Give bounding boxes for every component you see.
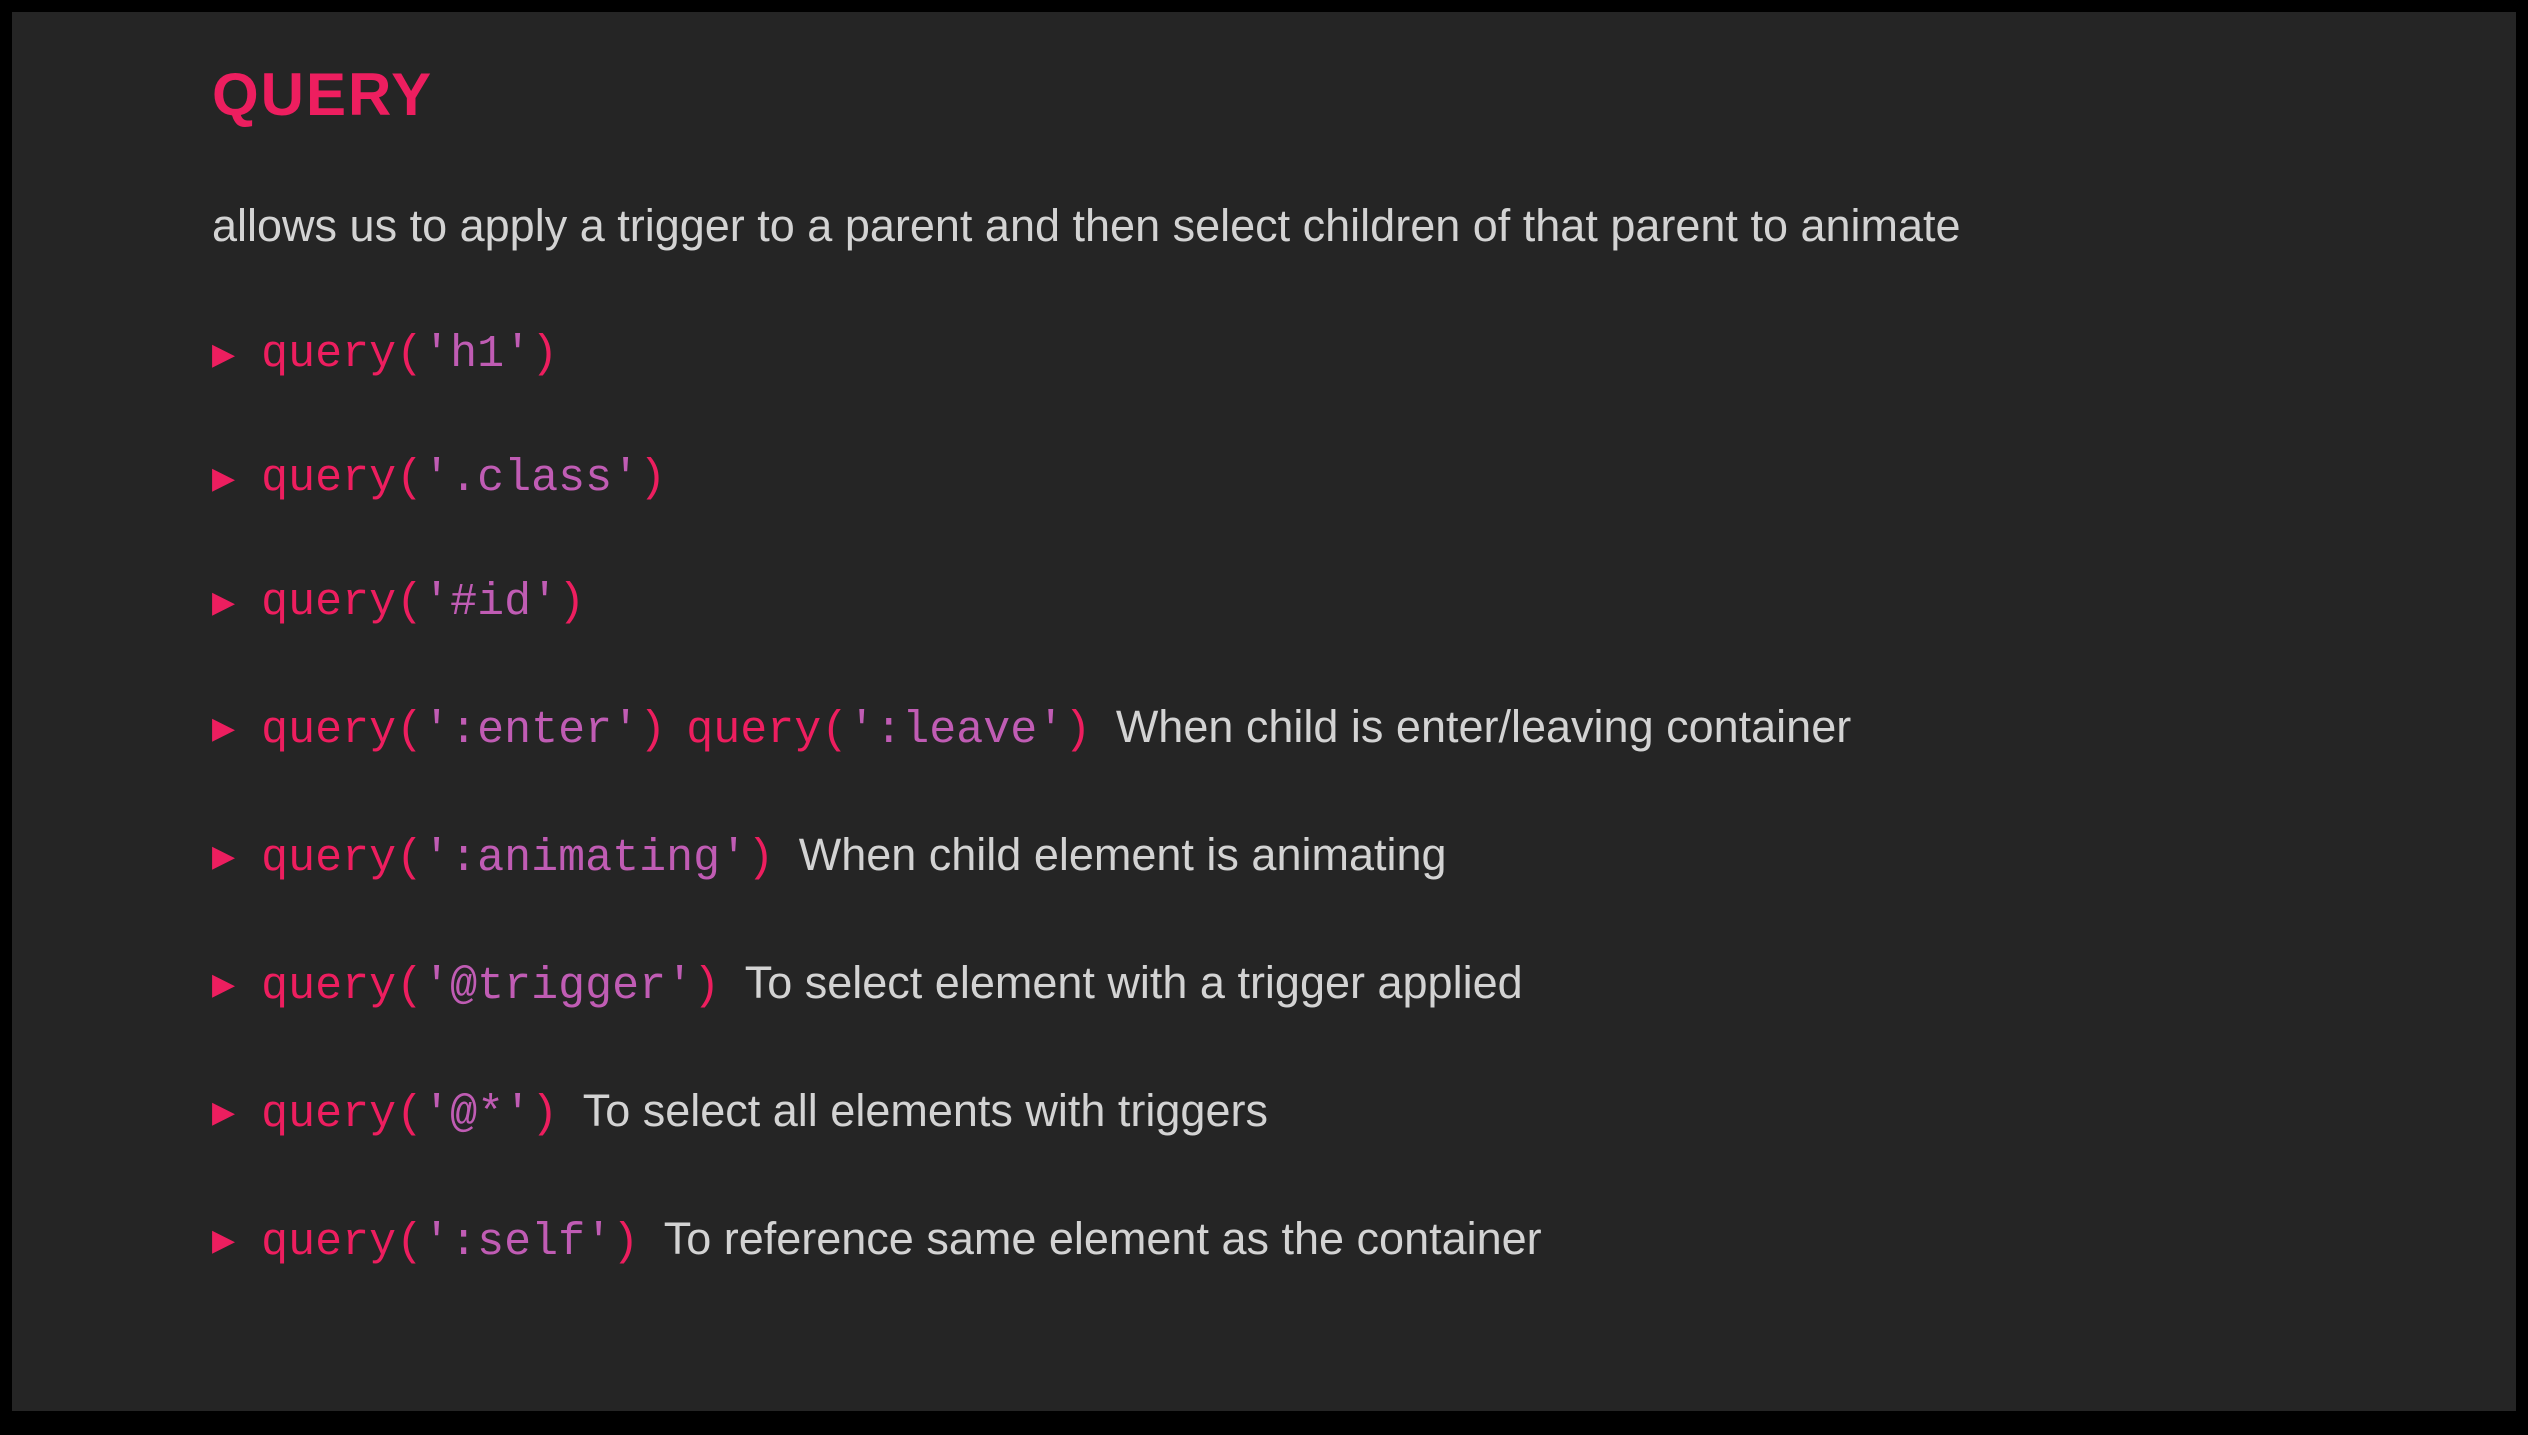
bullet-icon: ▶ [212,967,235,1003]
query-list: ▶ query('h1') ▶ query('.class') ▶ query(… [212,328,2316,1270]
bullet-icon: ▶ [212,839,235,875]
code-and-desc: query('@trigger') To select element with… [261,956,1523,1014]
paren: ( [396,1089,423,1140]
paren: ( [396,833,423,884]
code-string: ':animating' [423,833,747,884]
item-description: To reference same element as the contain… [664,1213,1542,1264]
paren: ) [1064,705,1091,756]
code-fn: query [261,453,396,504]
code-and-desc: query(':animating') When child element i… [261,828,1446,886]
code-string: ':leave' [848,705,1064,756]
code-string: '@trigger' [423,961,693,1012]
code-and-desc: query(':enter')query(':leave') When chil… [261,700,1851,758]
paren: ) [693,961,720,1012]
paren: ) [639,453,666,504]
code-snippet: query('.class') [261,452,666,506]
list-item: ▶ query(':animating') When child element… [212,828,2316,886]
list-item: ▶ query(':self') To reference same eleme… [212,1212,2316,1270]
code-and-desc: query(':self') To reference same element… [261,1212,1542,1270]
code-snippet: query(':self') [261,1217,639,1268]
code-fn: query [261,1089,396,1140]
code-and-desc: query('@*') To select all elements with … [261,1084,1268,1142]
code-string: 'h1' [423,329,531,380]
code-snippet: query('h1') [261,328,558,382]
slide-title: QUERY [212,60,2316,129]
bullet-icon: ▶ [212,461,235,497]
code-string: '.class' [423,453,639,504]
paren: ( [396,705,423,756]
code-fn: query [686,705,821,756]
item-description: When child is enter/leaving container [1116,701,1851,752]
code-snippet: query('#id') [261,576,585,630]
bullet-icon: ▶ [212,1095,235,1131]
bullet-icon: ▶ [212,1223,235,1259]
paren: ( [821,705,848,756]
list-item: ▶ query('#id') [212,576,2316,630]
code-fn: query [261,577,396,628]
paren: ( [396,329,423,380]
code-snippet: query(':leave') [686,705,1091,756]
slide: QUERY allows us to apply a trigger to a … [12,12,2516,1411]
code-fn: query [261,833,396,884]
code-string: '#id' [423,577,558,628]
paren: ) [558,577,585,628]
code-snippet: query('@*') [261,1089,558,1140]
code-snippet: query('@trigger') [261,961,720,1012]
code-snippet: query(':animating') [261,833,774,884]
paren: ) [639,705,666,756]
code-fn: query [261,705,396,756]
paren: ( [396,1217,423,1268]
code-snippet: query(':enter') [261,705,666,756]
code-string: '@*' [423,1089,531,1140]
list-item: ▶ query('.class') [212,452,2316,506]
code-fn: query [261,329,396,380]
list-item: ▶ query('@*') To select all elements wit… [212,1084,2316,1142]
paren: ( [396,577,423,628]
paren: ( [396,961,423,1012]
item-description: When child element is animating [799,829,1447,880]
list-item: ▶ query('h1') [212,328,2316,382]
list-item: ▶ query(':enter')query(':leave') When ch… [212,700,2316,758]
paren: ) [612,1217,639,1268]
item-description: To select all elements with triggers [583,1085,1268,1136]
paren: ) [747,833,774,884]
code-fn: query [261,1217,396,1268]
bullet-icon: ▶ [212,337,235,373]
code-fn: query [261,961,396,1012]
code-string: ':self' [423,1217,612,1268]
bullet-icon: ▶ [212,585,235,621]
code-string: ':enter' [423,705,639,756]
paren: ) [531,1089,558,1140]
slide-subtitle: allows us to apply a trigger to a parent… [212,197,2316,256]
paren: ) [531,329,558,380]
list-item: ▶ query('@trigger') To select element wi… [212,956,2316,1014]
paren: ( [396,453,423,504]
bullet-icon: ▶ [212,711,235,747]
item-description: To select element with a trigger applied [745,957,1523,1008]
